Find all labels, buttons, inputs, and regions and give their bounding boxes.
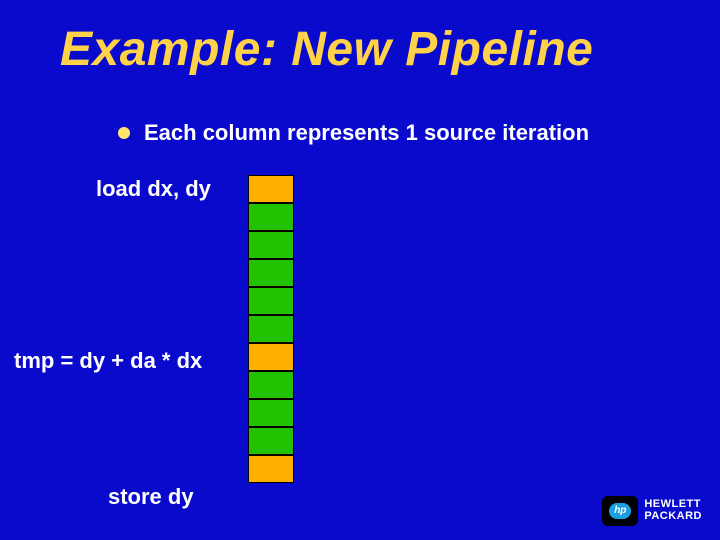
hp-logo: hp HEWLETT PACKARD	[602, 496, 702, 526]
hp-line2: PACKARD	[644, 511, 702, 523]
pipeline-cell	[248, 399, 294, 427]
slide: Example: New Pipeline Each column repres…	[0, 0, 720, 540]
pipeline-cell	[248, 175, 294, 203]
pipeline-cell	[248, 259, 294, 287]
pipeline-cell	[248, 315, 294, 343]
hp-badge: hp	[602, 496, 638, 526]
pipeline-cell	[248, 455, 294, 483]
pipeline-cell	[248, 203, 294, 231]
bullet-text: Each column represents 1 source iteratio…	[144, 120, 589, 146]
pipeline-cell	[248, 343, 294, 371]
bullet-icon	[118, 127, 130, 139]
pipeline-cell	[248, 231, 294, 259]
hp-wordmark: HEWLETT PACKARD	[644, 499, 702, 522]
pipeline-cell	[248, 287, 294, 315]
hp-badge-text: hp	[609, 503, 631, 519]
annotation-store: store dy	[108, 484, 194, 510]
bullet-line: Each column represents 1 source iteratio…	[118, 120, 589, 146]
annotation-tmp: tmp = dy + da * dx	[14, 348, 202, 374]
pipeline-cell	[248, 371, 294, 399]
annotation-load: load dx, dy	[96, 176, 211, 202]
slide-title: Example: New Pipeline	[60, 22, 593, 77]
pipeline-column	[248, 175, 294, 483]
pipeline-cell	[248, 427, 294, 455]
